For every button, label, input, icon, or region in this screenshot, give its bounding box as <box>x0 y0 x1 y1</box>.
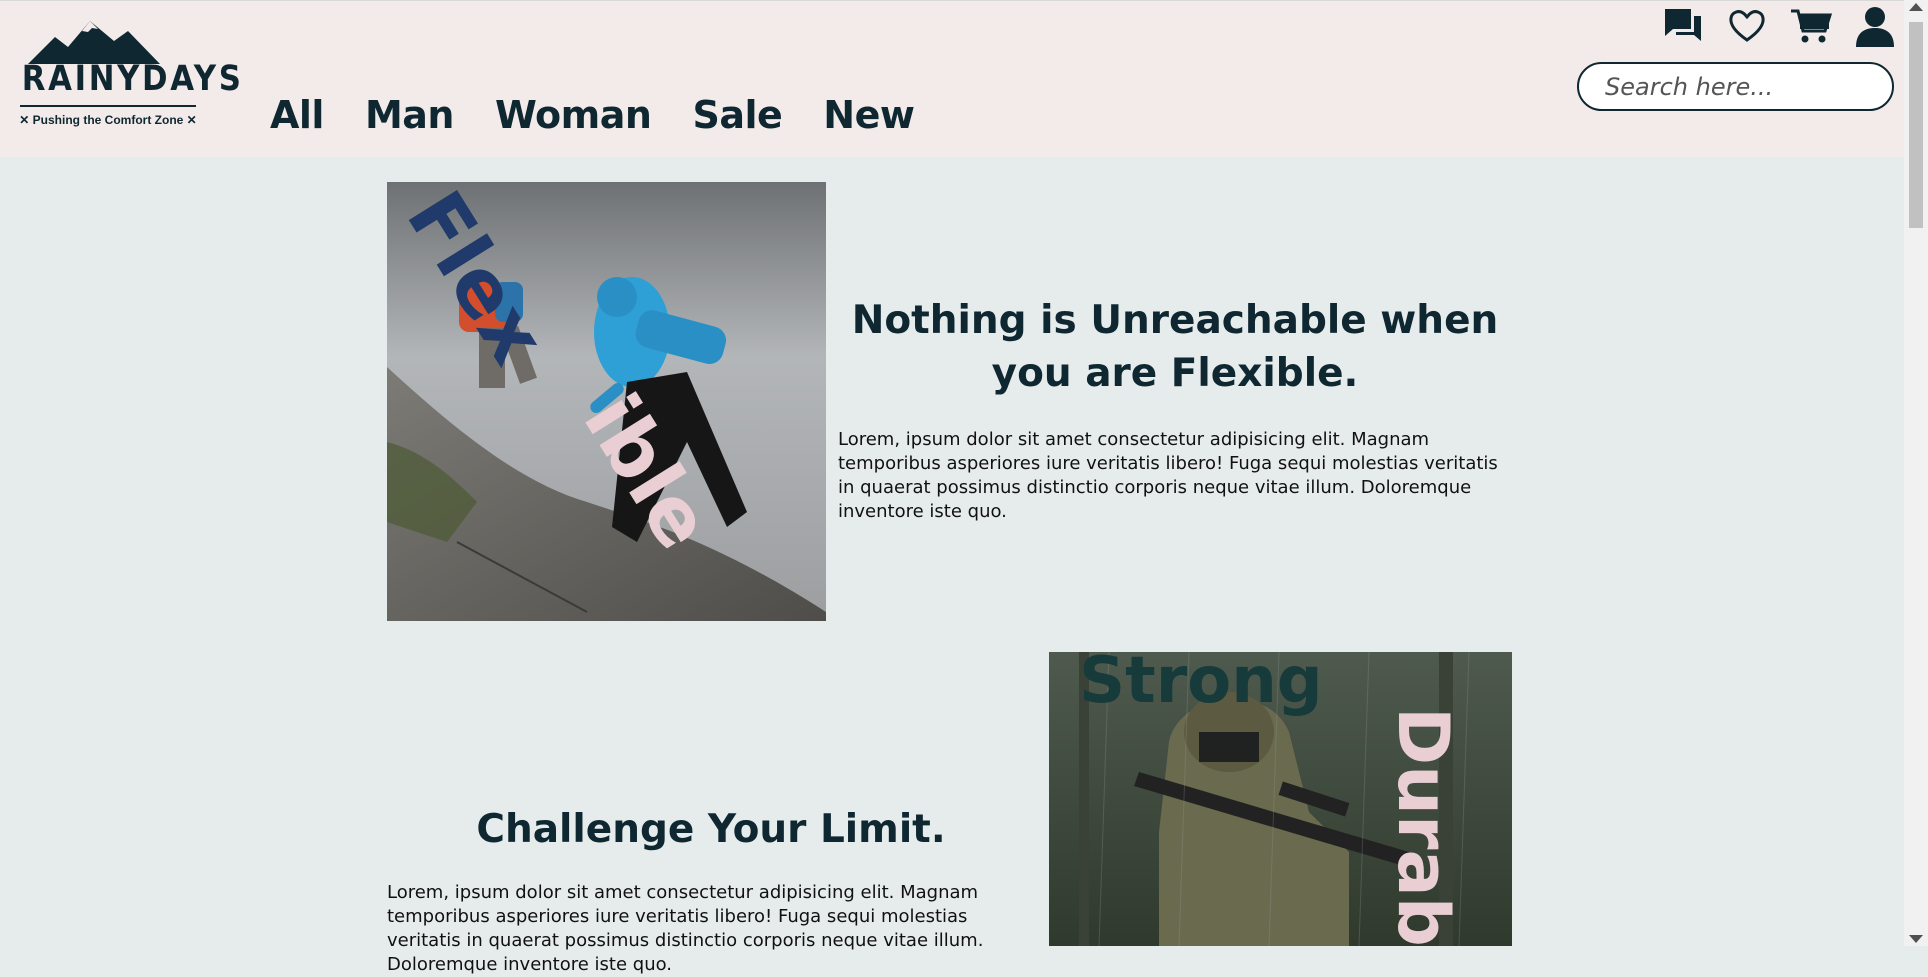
brand-tagline: ✕ Pushing the Comfort Zone ✕ <box>19 113 197 127</box>
search-input[interactable] <box>1577 62 1894 111</box>
durab-word: Durab <box>1382 707 1464 946</box>
hikers-photo: Flex ible <box>387 182 826 621</box>
section-body-challenge: Lorem, ipsum dolor sit amet consectetur … <box>387 882 984 975</box>
nav-item-man[interactable]: Man <box>365 93 455 137</box>
strong-word: Strong <box>1079 652 1323 718</box>
strong-soldier-image: Strong Durab <box>1049 652 1512 946</box>
user-icon[interactable] <box>1854 5 1896 47</box>
section-title-flexible: Nothing is Unreachable when you are Flex… <box>851 298 1499 396</box>
flexible-hikers-image: Flex ible <box>387 182 826 621</box>
nav-item-sale[interactable]: Sale <box>692 93 782 137</box>
header-icons <box>1662 5 1896 47</box>
chat-icon[interactable] <box>1662 5 1704 47</box>
section-title-challenge: Challenge Your Limit. <box>476 807 946 852</box>
scroll-up-arrow-icon[interactable] <box>1909 3 1923 11</box>
site-logo[interactable]: RAINYDAYS ✕ Pushing the Comfort Zone ✕ <box>10 19 244 131</box>
nav-item-new[interactable]: New <box>823 93 915 137</box>
scroll-down-arrow-icon[interactable] <box>1909 935 1923 943</box>
brand-name: RAINYDAYS <box>21 59 244 99</box>
nav-item-all[interactable]: All <box>270 93 324 137</box>
cart-icon[interactable] <box>1790 5 1832 47</box>
nav-item-woman[interactable]: Woman <box>495 93 652 137</box>
brand-divider <box>20 105 196 107</box>
main-nav: All Man Woman Sale New <box>270 93 915 137</box>
section-body-flexible: Lorem, ipsum dolor sit amet consectetur … <box>838 429 1498 522</box>
heart-icon[interactable] <box>1726 5 1768 47</box>
scrollbar-thumb[interactable] <box>1909 22 1923 228</box>
page-scrollbar[interactable] <box>1904 0 1928 946</box>
site-header: RAINYDAYS ✕ Pushing the Comfort Zone ✕ A… <box>0 0 1904 157</box>
soldier-photo: Strong Durab <box>1049 652 1512 946</box>
